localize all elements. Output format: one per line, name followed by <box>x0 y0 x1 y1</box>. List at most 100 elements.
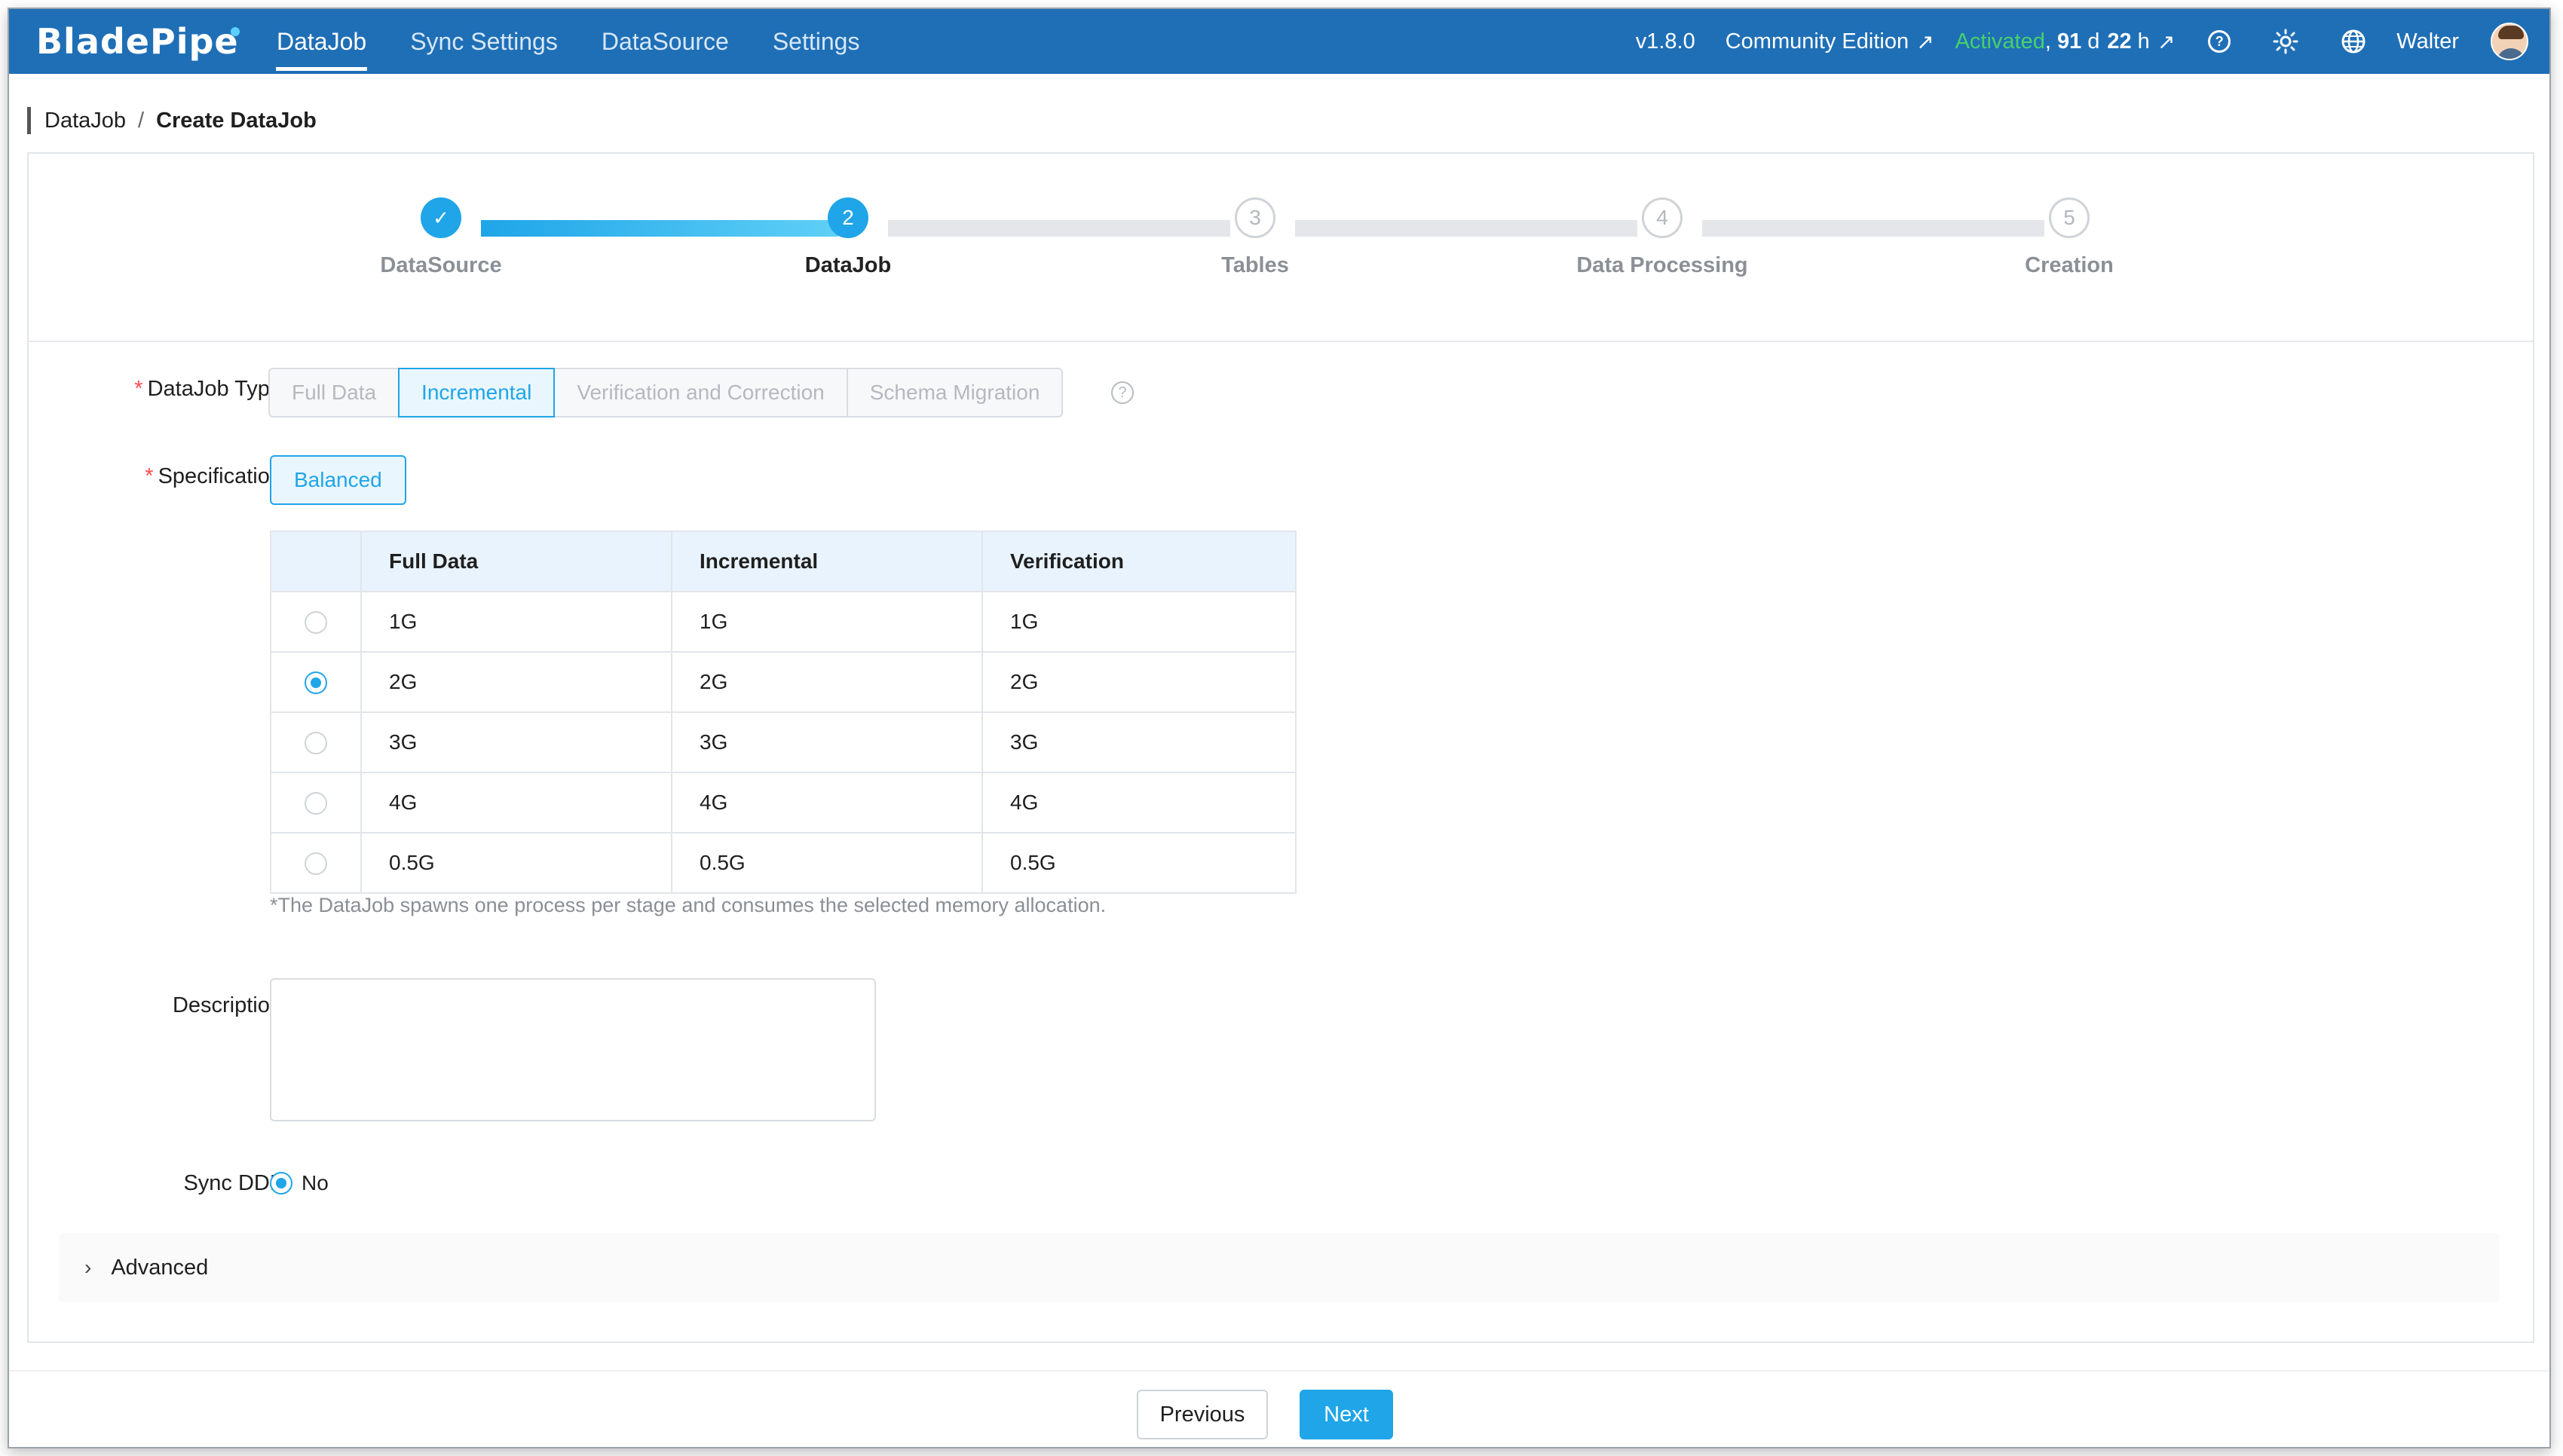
step-connector-3 <box>1295 220 1637 237</box>
spec-radio-0-5g[interactable] <box>305 852 327 876</box>
specification-note: *The DataJob spawns one process per stag… <box>270 894 1107 916</box>
datajob-type-label-text: DataJob Type <box>147 377 282 401</box>
app-window: BladePipe DataJob Sync Settings DataSour… <box>8 8 2551 1448</box>
step-1-label: DataSource <box>380 253 502 277</box>
step-3-label: Tables <box>1221 253 1289 277</box>
table-header-select <box>270 531 362 592</box>
description-label: Description <box>172 993 282 1017</box>
version-label: v1.8.0 <box>1635 29 1695 54</box>
sun-icon <box>2273 29 2298 54</box>
license-hours: 22 <box>2107 29 2132 54</box>
table-cell: 0.5G <box>981 832 1297 894</box>
logo-dot-icon <box>231 27 240 36</box>
datajob-type-label: * DataJob Type <box>134 377 282 402</box>
external-link-icon: ↗ <box>1916 29 1934 54</box>
table-cell: 1G <box>981 591 1297 653</box>
edition-text: Community Edition <box>1725 29 1909 54</box>
table-header-incremental: Incremental <box>671 531 983 592</box>
step-2-label: DataJob <box>804 253 892 277</box>
question-icon: ? <box>2208 30 2231 53</box>
table-cell: 1G <box>671 591 983 653</box>
nav-item-datajob[interactable]: DataJob <box>255 9 388 74</box>
table-cell: 4G <box>671 772 983 834</box>
next-button[interactable]: Next <box>1300 1390 1393 1439</box>
sync-ddl-option-label: No <box>302 1171 329 1194</box>
table-row[interactable]: 3G 3G 3G <box>270 711 1297 773</box>
top-right-area: v1.8.0 Community Edition ↗ Activated , 9… <box>1606 9 2549 74</box>
table-cell: 2G <box>671 651 983 713</box>
step-5-indicator: 5 <box>2049 197 2090 238</box>
step-4-indicator: 4 <box>1642 197 1683 238</box>
spec-radio-2g[interactable] <box>305 671 327 695</box>
table-row[interactable]: 4G 4G 4G <box>270 772 1297 834</box>
table-cell: 3G <box>671 711 983 773</box>
previous-button[interactable]: Previous <box>1137 1390 1268 1439</box>
table-cell: 3G <box>981 711 1297 773</box>
table-row[interactable]: 0.5G 0.5G 0.5G <box>270 832 1297 894</box>
step-5-label: Creation <box>2025 253 2114 277</box>
avatar-icon <box>2491 23 2528 60</box>
required-asterisk: * <box>134 377 143 401</box>
step-2-indicator: 2 <box>828 197 868 238</box>
specification-label: * Specification <box>145 464 282 489</box>
table-header-row: Full Data Incremental Verification <box>270 531 1297 592</box>
globe-icon <box>2341 29 2365 54</box>
table-row[interactable]: 1G 1G 1G <box>270 591 1297 653</box>
description-textarea[interactable] <box>270 978 876 1121</box>
bladepipe-logo[interactable]: BladePipe <box>9 9 255 74</box>
table-header-full-data: Full Data <box>360 531 672 592</box>
required-asterisk: * <box>145 464 154 488</box>
table-cell: 4G <box>981 772 1297 834</box>
sync-ddl-label: Sync DDL <box>183 1171 282 1195</box>
table-cell: 0.5G <box>360 832 672 894</box>
breadcrumb-parent[interactable]: DataJob <box>44 109 126 133</box>
advanced-label: Advanced <box>111 1255 209 1280</box>
advanced-collapse[interactable]: › Advanced <box>59 1233 2500 1302</box>
activated-status: Activated <box>1955 29 2045 54</box>
step-4-label: Data Processing <box>1576 253 1748 277</box>
table-cell: 3G <box>360 711 672 773</box>
table-cell: 2G <box>360 651 672 713</box>
datajob-type-verification-correction[interactable]: Verification and Correction <box>553 368 848 418</box>
logo-text: BladePipe <box>36 21 239 62</box>
external-link-icon: ↗ <box>2157 29 2176 54</box>
question-icon[interactable]: ? <box>1111 381 1134 404</box>
breadcrumb-separator: / <box>138 108 145 133</box>
license-status[interactable]: Activated , 91 d 22 h ↗ <box>1955 29 2176 54</box>
step-1-check-icon: ✓ <box>421 197 461 238</box>
theme-toggle-button[interactable] <box>2273 29 2298 54</box>
footer-bar: Previous Next <box>9 1370 2549 1447</box>
community-edition-link[interactable]: Community Edition ↗ <box>1726 29 1934 54</box>
datajob-type-selector: Full Data Incremental Verification and C… <box>268 368 1064 418</box>
spec-radio-1g[interactable] <box>305 611 327 635</box>
step-3-indicator: 3 <box>1235 197 1275 238</box>
breadcrumb-current: Create DataJob <box>156 108 317 133</box>
table-cell: 0.5G <box>671 832 983 894</box>
specification-balanced-button[interactable]: Balanced <box>270 455 406 505</box>
help-button[interactable]: ? <box>2208 30 2231 53</box>
create-datajob-card: ✓ 2 3 4 5 DataSource DataJob Tables Data… <box>27 152 2534 1343</box>
spec-radio-3g[interactable] <box>305 732 327 755</box>
specification-label-text: Specification <box>158 464 282 488</box>
user-avatar[interactable] <box>2491 23 2528 60</box>
table-row[interactable]: 2G 2G 2G <box>270 651 1297 713</box>
datajob-type-incremental[interactable]: Incremental <box>398 368 556 418</box>
step-connector-1 <box>481 220 838 237</box>
datajob-type-full-data[interactable]: Full Data <box>268 368 400 418</box>
chevron-right-icon: › <box>84 1256 92 1279</box>
nav-item-settings[interactable]: Settings <box>751 9 882 74</box>
user-name[interactable]: Walter <box>2396 29 2459 54</box>
main-nav: DataJob Sync Settings DataSource Setting… <box>255 9 881 74</box>
license-days: 91 <box>2057 29 2082 54</box>
table-cell: 2G <box>981 651 1297 713</box>
license-prefix: , <box>2044 29 2057 54</box>
nav-item-sync-settings[interactable]: Sync Settings <box>388 9 580 74</box>
spec-radio-4g[interactable] <box>305 792 327 815</box>
language-button[interactable] <box>2341 29 2366 54</box>
nav-item-datasource[interactable]: DataSource <box>580 9 751 74</box>
sync-ddl-radio[interactable] <box>270 1172 292 1194</box>
specification-table: Full Data Incremental Verification 1G 1G… <box>270 531 1297 894</box>
sync-ddl-option-no[interactable]: No <box>270 1171 329 1195</box>
datajob-type-schema-migration[interactable]: Schema Migration <box>846 368 1064 418</box>
table-cell: 1G <box>360 591 672 653</box>
